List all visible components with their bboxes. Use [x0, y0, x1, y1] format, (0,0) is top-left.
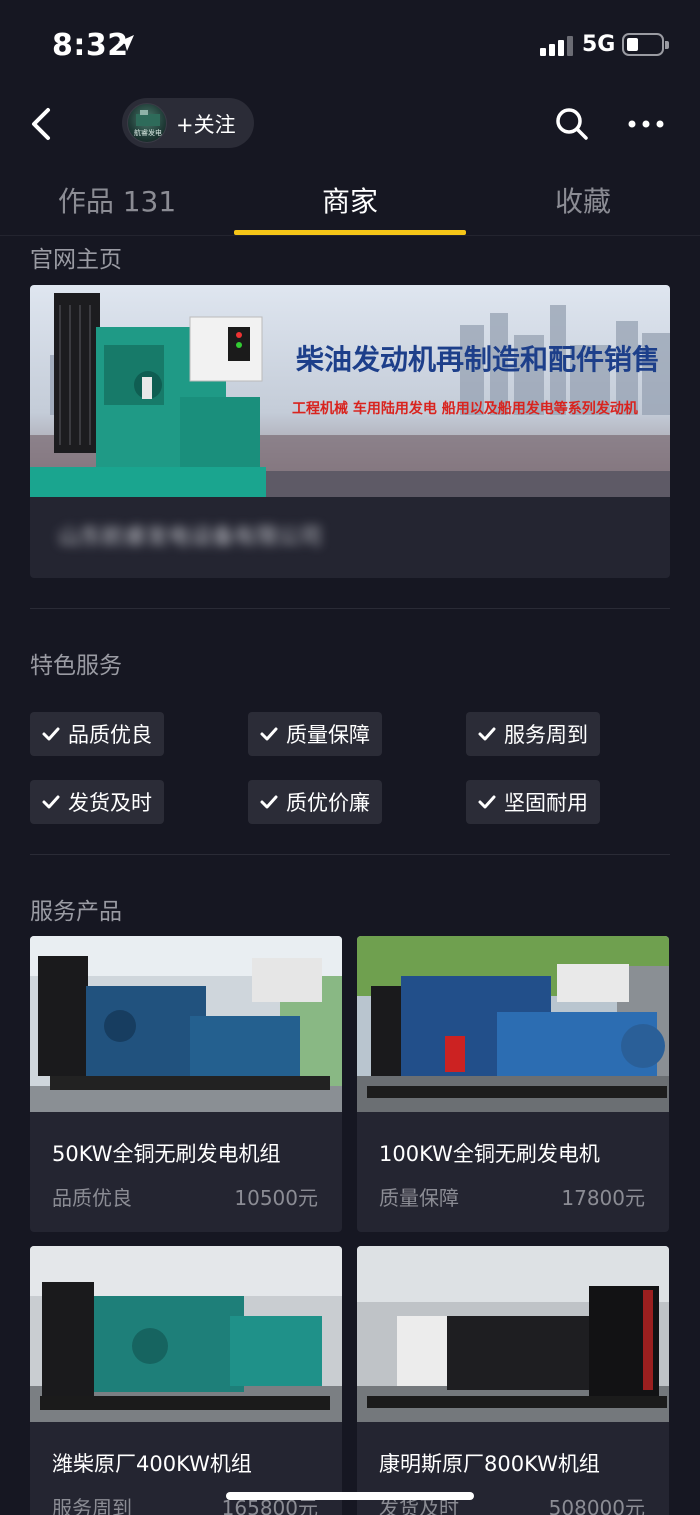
battery-icon	[622, 33, 669, 56]
product-image	[30, 1246, 342, 1422]
product-card[interactable]: 康明斯原厂800KW机组 发货及时 508000元	[357, 1246, 669, 1515]
check-icon	[478, 795, 496, 809]
product-price: 17800元	[561, 1186, 645, 1210]
product-title: 潍柴原厂400KW机组	[52, 1452, 252, 1476]
back-icon[interactable]	[24, 102, 64, 146]
merchant-page: 8:32 5G 航睿发电 +关注 作品 131 商家 收藏 官网主页 柴油发动机…	[0, 0, 700, 1515]
product-card[interactable]: 50KW全铜无刷发电机组 品质优良 10500元	[30, 936, 342, 1232]
check-icon	[42, 727, 60, 741]
company-name: 山东航睿发电设备有限公司	[58, 525, 323, 550]
banner-headline: 柴油发动机再制造和配件销售	[296, 343, 660, 376]
profile-tabs: 作品 131 商家 收藏	[0, 170, 700, 236]
network-type: 5G	[582, 32, 616, 57]
product-price: 10500元	[234, 1186, 318, 1210]
product-title: 100KW全铜无刷发电机	[379, 1142, 600, 1166]
product-title: 康明斯原厂800KW机组	[379, 1452, 600, 1476]
product-image	[30, 936, 342, 1112]
active-tab-indicator	[234, 230, 466, 235]
product-card[interactable]: 100KW全铜无刷发电机 质量保障 17800元	[357, 936, 669, 1232]
product-title: 50KW全铜无刷发电机组	[52, 1142, 281, 1166]
service-tag: 坚固耐用	[466, 780, 600, 824]
more-icon[interactable]	[624, 104, 668, 144]
check-icon	[42, 795, 60, 809]
section-divider	[30, 608, 670, 609]
check-icon	[260, 727, 278, 741]
services-section-title: 特色服务	[30, 653, 122, 679]
products-section-title: 服务产品	[30, 899, 122, 925]
check-icon	[478, 727, 496, 741]
section-divider	[30, 854, 670, 855]
homepage-section-title: 官网主页	[30, 247, 122, 273]
homepage-banner-card[interactable]: 柴油发动机再制造和配件销售 工程机械 车用陆用发电 船用以及船用发电等系列发动机…	[30, 285, 670, 578]
service-tag: 服务周到	[466, 712, 600, 756]
product-feature: 质量保障	[379, 1186, 459, 1210]
search-icon[interactable]	[552, 104, 592, 144]
service-tag: 质量保障	[248, 712, 382, 756]
follow-label: +关注	[176, 113, 236, 137]
top-nav: 航睿发电 +关注	[0, 92, 700, 156]
signal-icon	[540, 34, 574, 56]
location-arrow-icon	[118, 35, 134, 51]
banner-subline: 工程机械 车用陆用发电 船用以及船用发电等系列发动机	[292, 400, 638, 417]
status-bar: 8:32 5G	[0, 0, 700, 92]
check-icon	[260, 795, 278, 809]
product-card[interactable]: 潍柴原厂400KW机组 服务周到 165800元	[30, 1246, 342, 1515]
product-image	[357, 936, 669, 1112]
product-image	[357, 1246, 669, 1422]
homepage-banner-image: 柴油发动机再制造和配件销售 工程机械 车用陆用发电 船用以及船用发电等系列发动机	[30, 285, 670, 497]
service-tag: 发货及时	[30, 780, 164, 824]
home-indicator[interactable]	[226, 1492, 474, 1500]
tab-favorites[interactable]: 收藏	[496, 180, 670, 220]
product-price: 508000元	[548, 1496, 645, 1515]
avatar: 航睿发电	[127, 103, 167, 143]
service-tag: 品质优良	[30, 712, 164, 756]
follow-button[interactable]: 航睿发电 +关注	[122, 98, 254, 148]
tab-works[interactable]: 作品 131	[30, 180, 204, 220]
tab-merchant[interactable]: 商家	[234, 180, 466, 220]
service-tag: 质优价廉	[248, 780, 382, 824]
product-feature: 品质优良	[52, 1186, 132, 1210]
product-feature: 服务周到	[52, 1496, 132, 1515]
